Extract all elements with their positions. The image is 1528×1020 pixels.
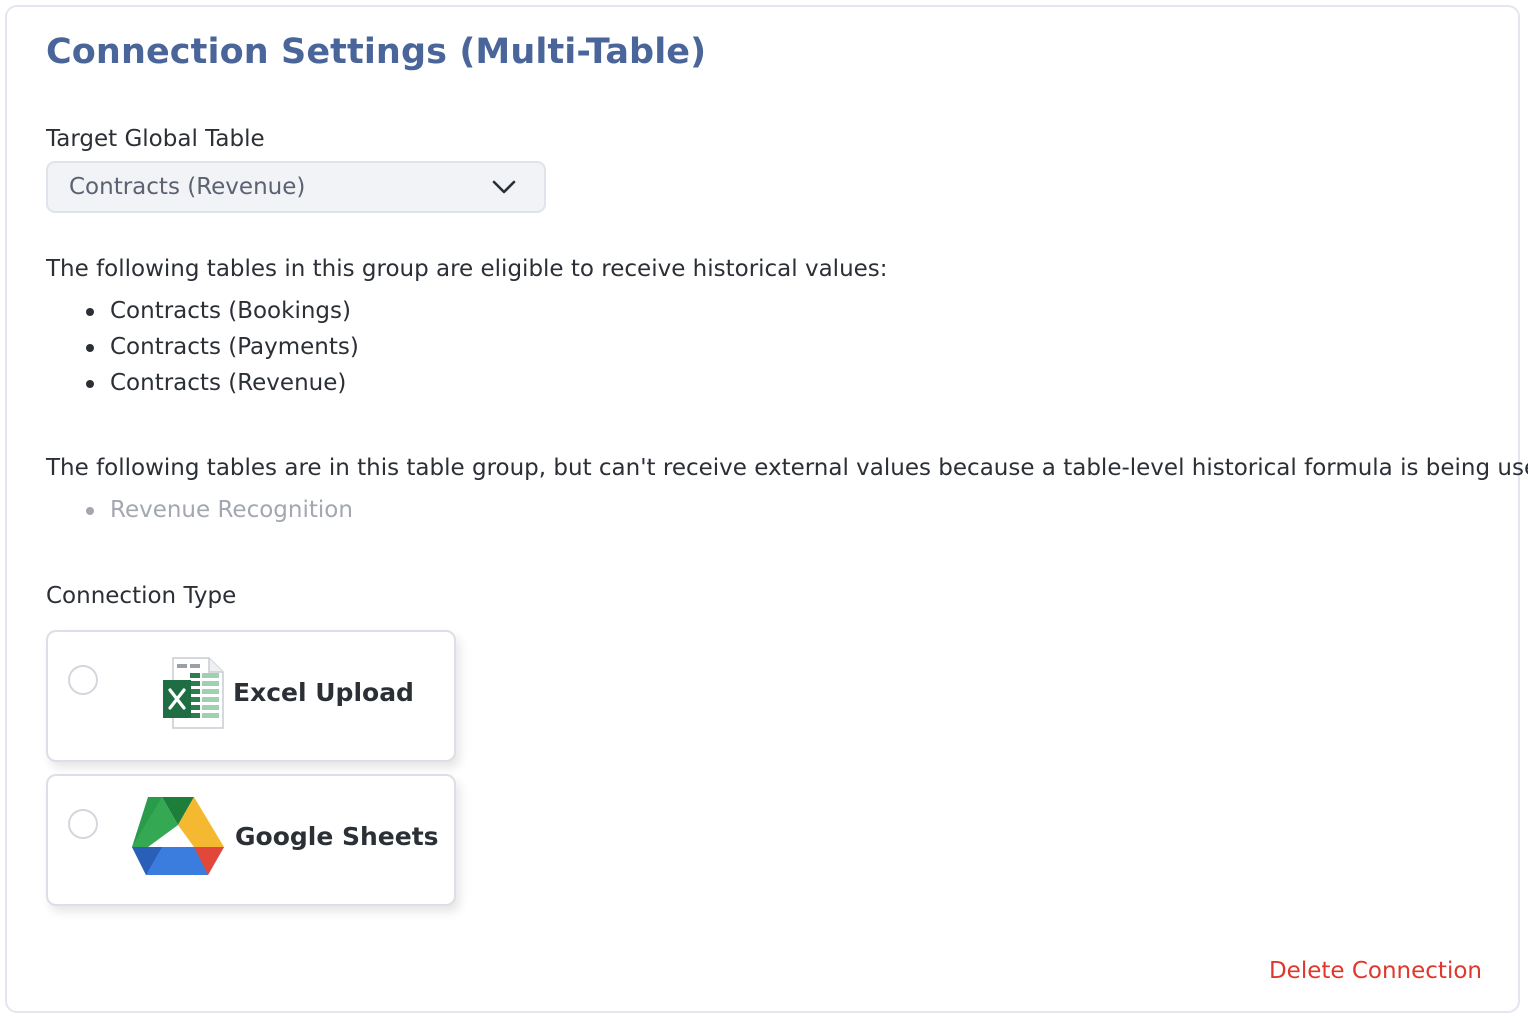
target-table-label: Target Global Table [46, 126, 265, 152]
google-drive-icon [132, 797, 224, 875]
connection-type-label: Connection Type [46, 583, 237, 609]
list-item: Contracts (Bookings) [86, 293, 359, 329]
excel-upload-label: Excel Upload [233, 678, 414, 707]
target-table-selected-value: Contracts (Revenue) [69, 174, 306, 200]
list-item: Contracts (Revenue) [86, 365, 359, 401]
google-sheets-label: Google Sheets [235, 822, 439, 851]
ineligible-tables-list: Revenue Recognition [86, 492, 353, 528]
page-title: Connection Settings (Multi-Table) [46, 32, 707, 72]
excel-upload-radio[interactable] [68, 665, 98, 695]
excel-icon [163, 657, 224, 729]
eligible-tables-list: Contracts (Bookings) Contracts (Payments… [86, 293, 359, 401]
connection-option-excel-upload[interactable]: Excel Upload [46, 630, 456, 762]
chevron-down-icon [492, 180, 516, 194]
google-sheets-radio[interactable] [68, 809, 98, 839]
target-table-select[interactable]: Contracts (Revenue) [46, 161, 546, 213]
list-item: Revenue Recognition [86, 492, 353, 528]
ineligible-tables-intro: The following tables are in this table g… [46, 455, 1528, 481]
connection-option-google-sheets[interactable]: Google Sheets [46, 774, 456, 906]
list-item: Contracts (Payments) [86, 329, 359, 365]
eligible-tables-intro: The following tables in this group are e… [46, 256, 888, 282]
delete-connection-button[interactable]: Delete Connection [1269, 958, 1482, 984]
